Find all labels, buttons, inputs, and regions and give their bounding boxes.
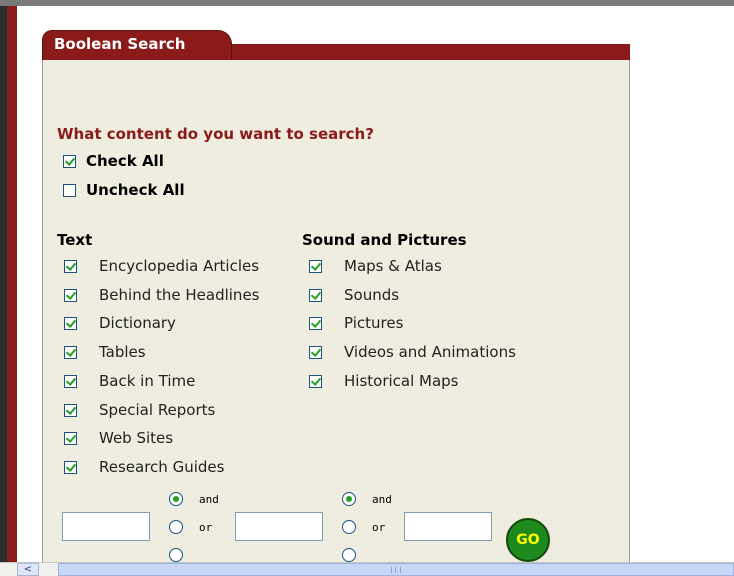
media-item-maps-atlas[interactable]: Maps & Atlas — [309, 255, 442, 277]
checkbox[interactable] — [64, 288, 77, 302]
checkbox[interactable] — [309, 345, 322, 359]
tab-title: Boolean Search — [54, 35, 186, 53]
uncheck-all-label: Uncheck All — [86, 181, 185, 199]
media-item-videos-and-animations[interactable]: Videos and Animations — [309, 341, 516, 363]
window-left-frame — [0, 6, 7, 562]
media-item-label: Historical Maps — [344, 372, 459, 390]
checkbox[interactable] — [309, 259, 322, 273]
text-item-label: Research Guides — [99, 458, 225, 476]
text-item-label: Back in Time — [99, 372, 196, 390]
scroll-thumb[interactable] — [58, 563, 734, 576]
media-item-label: Pictures — [344, 314, 404, 332]
checkbox[interactable] — [64, 460, 77, 474]
scroll-left-button[interactable]: < — [17, 563, 39, 576]
media-column-header: Sound and Pictures — [302, 231, 467, 249]
operator-2-and-label: and — [372, 493, 392, 506]
operator-1-and-radio[interactable] — [169, 492, 183, 506]
operator-2-or-radio[interactable] — [342, 520, 356, 534]
media-item-label: Maps & Atlas — [344, 257, 442, 275]
text-item-label: Tables — [99, 343, 146, 361]
text-item-research-guides[interactable]: Research Guides — [64, 456, 224, 478]
text-item-dictionary[interactable]: Dictionary — [64, 312, 176, 334]
search-term-input-2[interactable] — [235, 512, 323, 541]
operator-1-or-label: or — [199, 521, 213, 534]
checkbox[interactable] — [64, 345, 77, 359]
checkbox[interactable] — [64, 316, 77, 330]
text-item-label: Encyclopedia Articles — [99, 257, 260, 275]
checkbox[interactable] — [309, 374, 322, 388]
text-column-header: Text — [57, 231, 93, 249]
operator-2-not-radio[interactable] — [342, 548, 356, 562]
content-question: What content do you want to search? — [57, 125, 374, 143]
operator-2-and-radio[interactable] — [342, 492, 356, 506]
operator-2-or-label: or — [372, 521, 386, 534]
media-item-sounds[interactable]: Sounds — [309, 284, 399, 306]
checkbox[interactable] — [64, 431, 77, 445]
check-all-checkbox[interactable] — [63, 154, 76, 168]
check-all-label: Check All — [86, 152, 164, 170]
search-term-input-3[interactable] — [404, 512, 492, 541]
text-item-back-in-time[interactable]: Back in Time — [64, 370, 195, 392]
operator-1-not-radio[interactable] — [169, 548, 183, 562]
text-item-label: Behind the Headlines — [99, 286, 260, 304]
media-item-historical-maps[interactable]: Historical Maps — [309, 370, 459, 392]
uncheck-all-row[interactable]: Uncheck All — [63, 179, 185, 201]
media-item-label: Sounds — [344, 286, 400, 304]
window-top-frame — [0, 0, 734, 6]
checkbox[interactable] — [309, 288, 322, 302]
checkbox[interactable] — [64, 403, 77, 417]
text-item-web-sites[interactable]: Web Sites — [64, 427, 173, 449]
text-item-label: Web Sites — [99, 429, 174, 447]
operator-1-or-radio[interactable] — [169, 520, 183, 534]
check-all-row[interactable]: Check All — [63, 150, 164, 172]
text-item-label: Dictionary — [99, 314, 176, 332]
media-item-pictures[interactable]: Pictures — [309, 312, 403, 334]
thumb-grip-icon — [391, 566, 401, 573]
uncheck-all-checkbox[interactable] — [63, 183, 76, 197]
checkbox[interactable] — [309, 316, 322, 330]
media-item-label: Videos and Animations — [344, 343, 516, 361]
left-accent-bar — [7, 6, 17, 562]
text-item-encyclopedia-articles[interactable]: Encyclopedia Articles — [64, 255, 259, 277]
checkbox[interactable] — [64, 374, 77, 388]
text-item-special-reports[interactable]: Special Reports — [64, 399, 215, 421]
operator-1-and-label: and — [199, 493, 219, 506]
text-item-behind-the-headlines[interactable]: Behind the Headlines — [64, 284, 259, 306]
text-item-tables[interactable]: Tables — [64, 341, 146, 363]
text-item-label: Special Reports — [99, 401, 216, 419]
go-button[interactable]: GO — [506, 518, 550, 562]
search-term-input-1[interactable] — [62, 512, 150, 541]
checkbox[interactable] — [64, 259, 77, 273]
